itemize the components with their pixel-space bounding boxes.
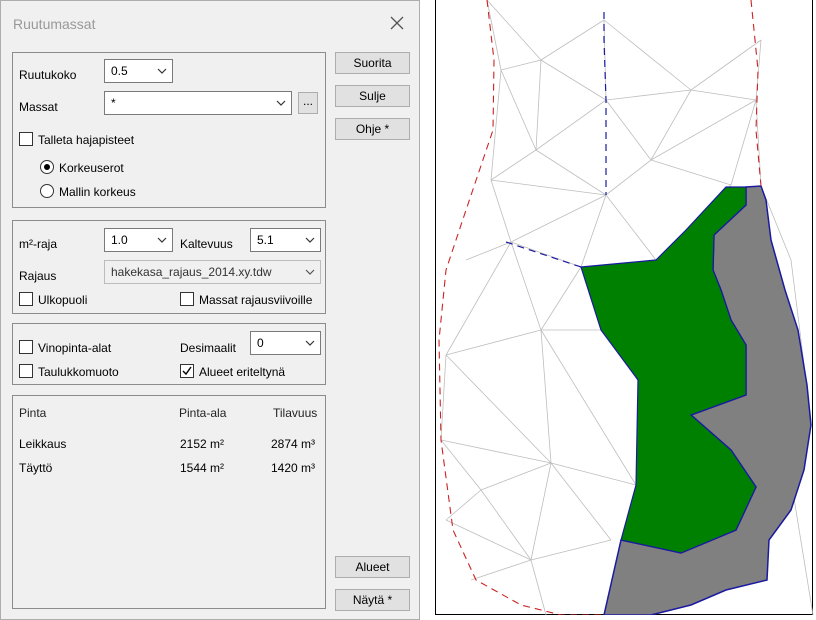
- results-taytto-label: Täyttö: [19, 461, 53, 475]
- desimaalit-label: Desimaalit: [180, 341, 237, 355]
- massat-value: *: [111, 96, 116, 110]
- massat-label: Massat: [19, 100, 58, 114]
- massat-rajausviivoille-label: Massat rajausviivoille: [199, 293, 313, 307]
- kaltevuus-label: Kaltevuus: [180, 237, 233, 251]
- check-icon: [182, 366, 192, 376]
- radio-korkeuserot-label: Korkeuserot: [59, 161, 124, 175]
- talleta-checkbox[interactable]: [19, 132, 33, 146]
- nayta-button[interactable]: Näytä *: [335, 589, 410, 611]
- ruutukoko-value: 0.5: [111, 64, 128, 78]
- desimaalit-value: 0: [257, 336, 264, 350]
- suorita-button[interactable]: Suorita: [335, 52, 410, 74]
- vinopinta-label: Vinopinta-alat: [38, 341, 112, 355]
- radio-korkeuserot[interactable]: [40, 160, 54, 174]
- ohje-button[interactable]: Ohje *: [335, 118, 410, 140]
- alueet-eriteltyna-checkbox[interactable]: [180, 364, 194, 378]
- kaltevuus-dropdown[interactable]: 5.1: [250, 228, 321, 252]
- results-panel: Pinta Pinta-ala Tilavuus Leikkaus 2152 m…: [12, 395, 326, 609]
- vinopinta-checkbox[interactable]: [19, 340, 33, 354]
- sulje-button[interactable]: Sulje: [335, 85, 410, 107]
- rajaus-value: hakekasa_rajaus_2014.xy.tdw: [111, 265, 272, 279]
- massat-dropdown[interactable]: *: [104, 91, 292, 115]
- chevron-down-icon: [305, 237, 315, 243]
- taulukkomuoto-label: Taulukkomuoto: [38, 365, 119, 379]
- boundary-center-blue: [603, 12, 607, 195]
- results-header-tilavuus: Tilavuus: [273, 406, 318, 420]
- group-general: Ruutukoko 0.5 Massat * ... Talleta hajap…: [12, 52, 326, 208]
- chevron-down-icon: [157, 68, 167, 74]
- results-leikkaus-label: Leikkaus: [19, 437, 67, 451]
- massat-rajausviivoille-checkbox[interactable]: [180, 292, 194, 306]
- ruutukoko-dropdown[interactable]: 0.5: [104, 59, 173, 83]
- dialog-title: Ruutumassat: [13, 16, 96, 32]
- rajaus-label: Rajaus: [19, 269, 57, 283]
- results-leikkaus-volume: 2874 m³: [271, 437, 316, 451]
- chevron-down-icon: [305, 340, 315, 346]
- taulukkomuoto-checkbox[interactable]: [19, 364, 33, 378]
- desimaalit-dropdown[interactable]: 0: [250, 331, 321, 355]
- m2raja-value: 1.0: [111, 233, 128, 247]
- chevron-down-icon: [305, 269, 315, 275]
- chevron-down-icon: [157, 237, 167, 243]
- m2raja-label: m²-raja: [19, 237, 57, 251]
- alueet-button[interactable]: Alueet: [335, 556, 410, 578]
- talleta-label: Talleta hajapisteet: [38, 133, 135, 147]
- radio-mallin-korkeus[interactable]: [40, 184, 54, 198]
- ulkopuoli-label: Ulkopuoli: [38, 293, 88, 307]
- radio-mallin-korkeus-label: Mallin korkeus: [59, 185, 136, 199]
- group-rajaus: m²-raja 1.0 Kaltevuus 5.1 Rajaus hakekas…: [12, 220, 326, 314]
- kaltevuus-value: 5.1: [257, 233, 274, 247]
- results-header-pinta: Pinta: [19, 406, 47, 420]
- results-header-pinta-ala: Pinta-ala: [179, 406, 227, 420]
- ruutukoko-label: Ruutukoko: [19, 68, 77, 82]
- massat-browse-button[interactable]: ...: [298, 92, 318, 114]
- group-options: Vinopinta-alat Desimaalit 0 Taulukkomuot…: [12, 323, 326, 385]
- ruutumassat-dialog: Ruutumassat Ruutukoko 0.5 Massat * ... T…: [0, 0, 420, 620]
- close-icon[interactable]: [387, 13, 407, 33]
- results-leikkaus-area: 2152 m²: [180, 437, 225, 451]
- boundary-left-red: [438, 0, 604, 615]
- alueet-eriteltyna-label: Alueet eriteltynä: [199, 365, 286, 379]
- ulkopuoli-checkbox[interactable]: [19, 292, 33, 306]
- results-taytto-area: 1544 m²: [180, 461, 225, 475]
- map-view[interactable]: [435, 0, 814, 615]
- rajaus-dropdown[interactable]: hakekasa_rajaus_2014.xy.tdw: [104, 260, 321, 284]
- m2raja-dropdown[interactable]: 1.0: [104, 228, 173, 252]
- chevron-down-icon: [276, 100, 286, 106]
- results-taytto-volume: 1420 m³: [271, 461, 316, 475]
- tin-map-canvas[interactable]: [436, 0, 814, 615]
